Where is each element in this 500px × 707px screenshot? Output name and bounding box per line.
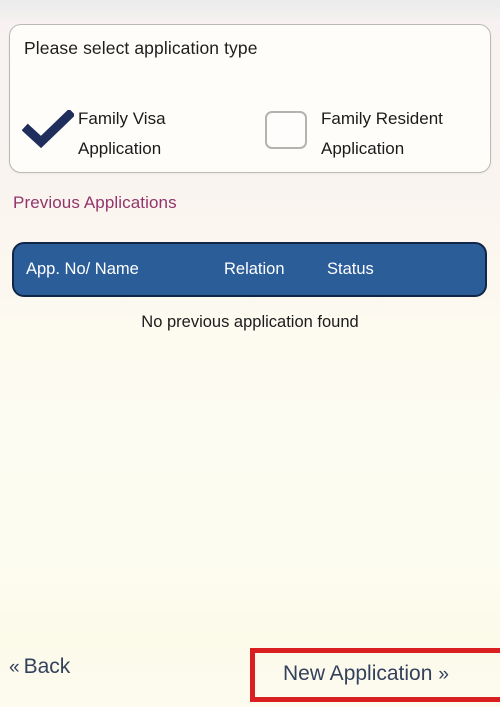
option-family-resident-label: Family Resident Application	[321, 104, 443, 164]
option-family-resident-line2: Application	[321, 139, 405, 158]
new-application-button-label: New Application	[283, 662, 433, 685]
option-family-visa-label: Family Visa Application	[78, 104, 166, 164]
column-header-relation: Relation	[224, 260, 285, 278]
option-family-resident-line1: Family Resident	[321, 109, 443, 128]
option-family-visa-application[interactable]: Family Visa Application	[22, 104, 166, 164]
back-button[interactable]: «Back	[9, 655, 70, 679]
status-bar	[0, 0, 500, 20]
app-screen: Please select application type Family Vi…	[0, 0, 500, 707]
option-family-resident-application[interactable]: Family Resident Application	[265, 104, 443, 164]
back-button-label: Back	[23, 655, 71, 678]
empty-checkbox-icon[interactable]	[265, 111, 311, 155]
option-family-visa-line1: Family Visa	[78, 109, 166, 128]
column-header-app-no-name: App. No/ Name	[26, 260, 139, 278]
previous-applications-heading: Previous Applications	[13, 193, 177, 212]
chevron-right-double-icon: »	[438, 664, 449, 685]
column-header-status: Status	[327, 260, 374, 278]
previous-applications-table-header: App. No/ Name Relation Status	[12, 242, 487, 297]
card-title: Please select application type	[24, 38, 258, 58]
check-mark-icon[interactable]	[22, 110, 74, 154]
footer-nav: «Back New Application»	[0, 640, 500, 707]
new-application-button[interactable]: New Application»	[283, 662, 449, 686]
chevron-left-double-icon: «	[9, 657, 20, 678]
application-type-card: Please select application type Family Vi…	[9, 24, 491, 173]
option-family-visa-line2: Application	[78, 139, 162, 158]
table-empty-message: No previous application found	[141, 313, 359, 331]
